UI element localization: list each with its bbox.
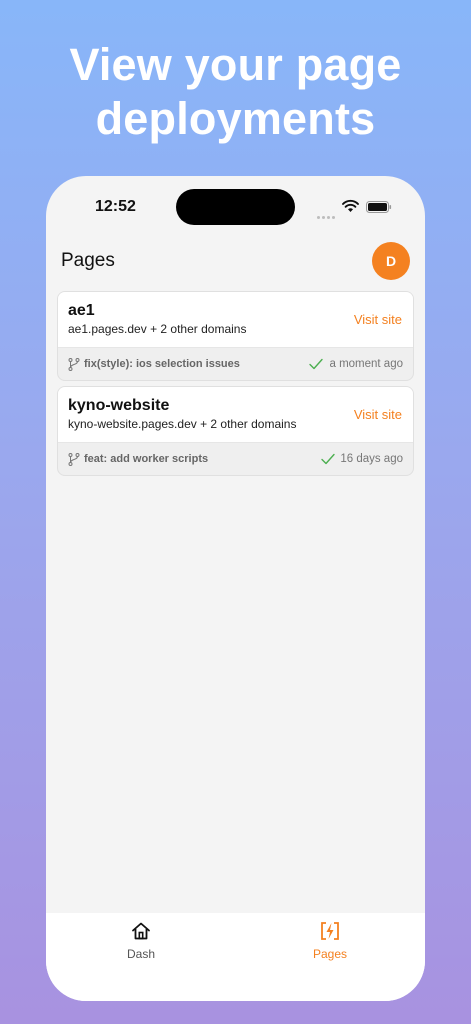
commit-message: fix(style): ios selection issues [84,358,240,370]
phone-screen: 12:52 Pages D ae1 ae1.pages.dev + 2 othe… [46,176,425,1001]
visit-site-link[interactable]: Visit site [354,312,402,327]
page-title: Pages [61,250,115,271]
tab-pages[interactable]: Pages [270,913,390,973]
git-branch-icon [68,453,80,466]
deployment-time: 16 days ago [340,453,403,465]
tab-dash-label: Dash [126,947,155,961]
tab-bar: Dash Pages [46,913,425,1001]
cellular-signal-icon [317,206,337,219]
project-card-header[interactable]: kyno-website kyno-website.pages.dev + 2 … [58,387,413,443]
project-domains: ae1.pages.dev + 2 other domains [68,322,247,336]
visit-site-link[interactable]: Visit site [354,407,402,422]
tab-pages-label: Pages [312,947,348,961]
avatar[interactable]: D [372,242,410,280]
wifi-icon [342,199,359,212]
headline-line-2: deployments [95,93,376,144]
project-name: kyno-website [68,397,170,414]
tab-dash[interactable]: Dash [81,913,201,973]
promo-headline: View your page deployments [0,38,471,146]
home-icon [132,922,150,940]
project-card-header[interactable]: ae1 ae1.pages.dev + 2 other domains Visi… [58,292,413,348]
lightning-bolt-icon [321,922,339,940]
project-card-kyno-website[interactable]: kyno-website kyno-website.pages.dev + 2 … [57,386,414,476]
headline-line-1: View your page [69,39,402,90]
status-bar: 12:52 [46,176,425,236]
git-branch-icon [68,358,80,371]
commit-message: feat: add worker scripts [84,453,209,465]
project-card-ae1[interactable]: ae1 ae1.pages.dev + 2 other domains Visi… [57,291,414,381]
battery-icon [366,201,392,213]
dynamic-island [176,189,295,225]
check-icon [321,453,335,465]
check-icon [309,358,323,370]
status-time: 12:52 [95,198,136,215]
deployment-time: a moment ago [329,358,403,370]
project-name: ae1 [68,302,95,319]
project-domains: kyno-website.pages.dev + 2 other domains [68,417,297,431]
